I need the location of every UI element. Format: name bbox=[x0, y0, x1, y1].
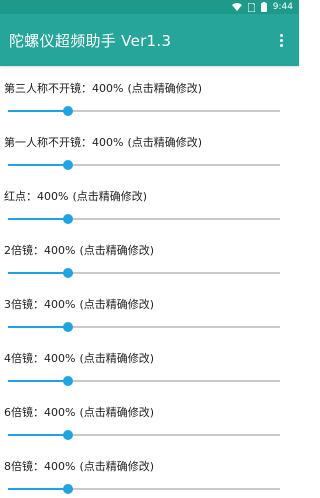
wifi-icon bbox=[231, 3, 242, 11]
slider-thumb[interactable] bbox=[62, 322, 73, 332]
slider-fill bbox=[8, 110, 68, 112]
sensitivity-slider[interactable] bbox=[8, 374, 280, 388]
sensitivity-slider[interactable] bbox=[8, 158, 280, 172]
sensitivity-slider[interactable] bbox=[8, 104, 280, 118]
setting-row-red-dot: 红点：400% (点击精确修改) bbox=[0, 174, 299, 228]
sensitivity-slider[interactable] bbox=[8, 428, 280, 442]
status-time: 9:44 bbox=[272, 2, 293, 12]
slider-fill bbox=[8, 380, 68, 382]
slider-thumb[interactable] bbox=[62, 376, 73, 386]
slider-fill bbox=[8, 434, 68, 436]
setting-row-4x-scope: 4倍镜：400% (点击精确修改) bbox=[0, 336, 299, 390]
status-bar: 9:44 bbox=[0, 0, 299, 14]
setting-label[interactable]: 2倍镜：400% (点击精确修改) bbox=[4, 242, 154, 258]
slider-fill bbox=[8, 272, 68, 274]
slider-thumb[interactable] bbox=[62, 214, 73, 224]
slider-thumb[interactable] bbox=[62, 484, 73, 494]
setting-row-third-person: 第三人称不开镜：400% (点击精确修改) bbox=[0, 66, 299, 120]
slider-fill bbox=[8, 218, 68, 220]
slider-thumb[interactable] bbox=[62, 430, 73, 440]
app-bar: 陀螺仪超频助手 Ver1.3 bbox=[0, 14, 299, 66]
setting-label[interactable]: 8倍镜：400% (点击精确修改) bbox=[4, 458, 154, 474]
battery-icon bbox=[260, 2, 267, 12]
overflow-menu-icon[interactable] bbox=[273, 28, 289, 52]
setting-row-first-person: 第一人称不开镜：400% (点击精确修改) bbox=[0, 120, 299, 174]
setting-label[interactable]: 6倍镜：400% (点击精确修改) bbox=[4, 404, 154, 420]
slider-thumb[interactable] bbox=[62, 268, 73, 278]
slider-fill bbox=[8, 164, 68, 166]
sensitivity-slider[interactable] bbox=[8, 212, 280, 226]
setting-row-2x-scope: 2倍镜：400% (点击精确修改) bbox=[0, 228, 299, 282]
setting-label[interactable]: 4倍镜：400% (点击精确修改) bbox=[4, 350, 154, 366]
setting-label[interactable]: 3倍镜：400% (点击精确修改) bbox=[4, 296, 154, 312]
sensitivity-slider[interactable] bbox=[8, 320, 280, 334]
settings-list: 第三人称不开镜：400% (点击精确修改) 第一人称不开镜：400% (点击精确修改… bbox=[0, 66, 299, 498]
setting-label[interactable]: 第三人称不开镜：400% (点击精确修改) bbox=[4, 80, 202, 96]
setting-row-8x-scope: 8倍镜：400% (点击精确修改) bbox=[0, 444, 299, 498]
setting-row-3x-scope: 3倍镜：400% (点击精确修改) bbox=[0, 282, 299, 336]
slider-fill bbox=[8, 488, 68, 490]
sim-icon bbox=[247, 2, 255, 12]
slider-thumb[interactable] bbox=[62, 106, 73, 116]
slider-thumb[interactable] bbox=[62, 160, 73, 170]
slider-fill bbox=[8, 326, 68, 328]
sensitivity-slider[interactable] bbox=[8, 266, 280, 280]
app-title: 陀螺仪超频助手 Ver1.3 bbox=[9, 31, 172, 50]
sensitivity-slider[interactable] bbox=[8, 482, 280, 496]
setting-label[interactable]: 红点：400% (点击精确修改) bbox=[4, 188, 147, 204]
setting-label[interactable]: 第一人称不开镜：400% (点击精确修改) bbox=[4, 134, 202, 150]
setting-row-6x-scope: 6倍镜：400% (点击精确修改) bbox=[0, 390, 299, 444]
